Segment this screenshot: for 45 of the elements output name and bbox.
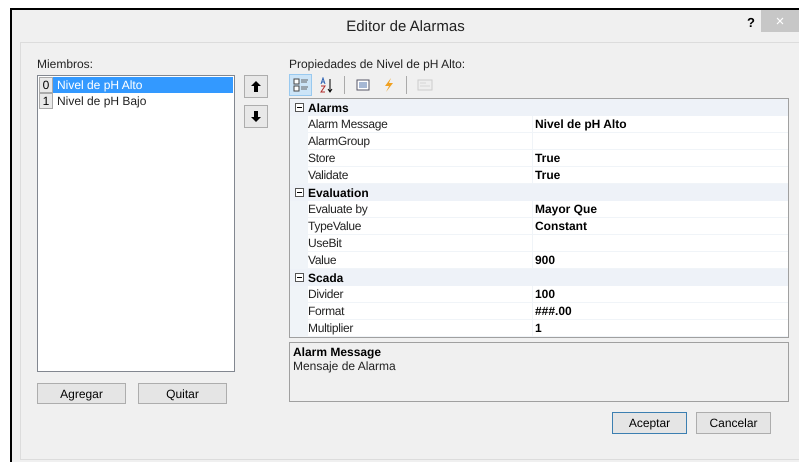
property-list-icon <box>354 77 370 93</box>
dialog-button[interactable]: Cancelar <box>696 412 771 434</box>
property-name[interactable]: Evaluate by <box>308 201 533 217</box>
category-name: Alarms <box>308 100 349 114</box>
property-value[interactable]: True <box>533 167 788 183</box>
categorized-list-icon <box>292 77 308 93</box>
member-action-button[interactable]: Agregar <box>37 383 126 404</box>
members-label: Miembros: <box>37 57 94 73</box>
member-item[interactable]: Nivel de pH Bajo <box>53 93 233 109</box>
properties-label: Propiedades de Nivel de pH Alto: <box>289 57 466 73</box>
property-name[interactable]: UseBit <box>308 235 533 251</box>
sort-az-icon <box>318 77 334 93</box>
category-name: Evaluation <box>308 186 369 200</box>
index-label: 1 <box>39 93 53 109</box>
property-name[interactable]: Store <box>308 150 533 166</box>
property-value[interactable]: 900 <box>533 252 788 268</box>
help-button[interactable]: ? <box>741 12 761 32</box>
property-name[interactable]: Divider <box>308 286 533 302</box>
description-text: Mensaje de Alarma <box>293 359 397 373</box>
property-name[interactable]: Alarm Message <box>308 116 533 132</box>
dialog-button[interactable]: Aceptar <box>612 412 687 434</box>
property-value[interactable]: Mayor Que <box>533 201 788 217</box>
property-value[interactable]: ###.00 <box>533 303 788 319</box>
move-down-button[interactable] <box>244 105 268 128</box>
member-action-button[interactable]: Quitar <box>138 383 227 404</box>
description-title: Alarm Message <box>293 345 382 359</box>
property-name[interactable]: Format <box>308 303 533 319</box>
property-value[interactable]: True <box>533 150 788 166</box>
move-up-button[interactable] <box>244 75 268 98</box>
categorized-view-button[interactable] <box>289 74 312 96</box>
index-label: 0 <box>39 77 53 93</box>
property-pages-icon <box>416 77 432 93</box>
property-value[interactable]: Nivel de pH Alto <box>533 116 788 132</box>
window-title: Editor de Alarmas <box>346 18 465 35</box>
up-arrow-icon <box>251 81 261 92</box>
property-value[interactable]: Constant <box>533 218 788 234</box>
property-name[interactable]: Multiplier <box>308 320 533 336</box>
property-value[interactable]: 1 <box>533 320 788 336</box>
property-name[interactable]: TypeValue <box>308 218 533 234</box>
category-name: Scada <box>308 270 344 284</box>
property-name[interactable]: Value <box>308 252 533 268</box>
property-name[interactable]: AlarmGroup <box>308 133 533 149</box>
down-arrow-icon <box>251 111 261 122</box>
property-name[interactable]: Validate <box>308 167 533 183</box>
property-value[interactable]: 100 <box>533 286 788 302</box>
